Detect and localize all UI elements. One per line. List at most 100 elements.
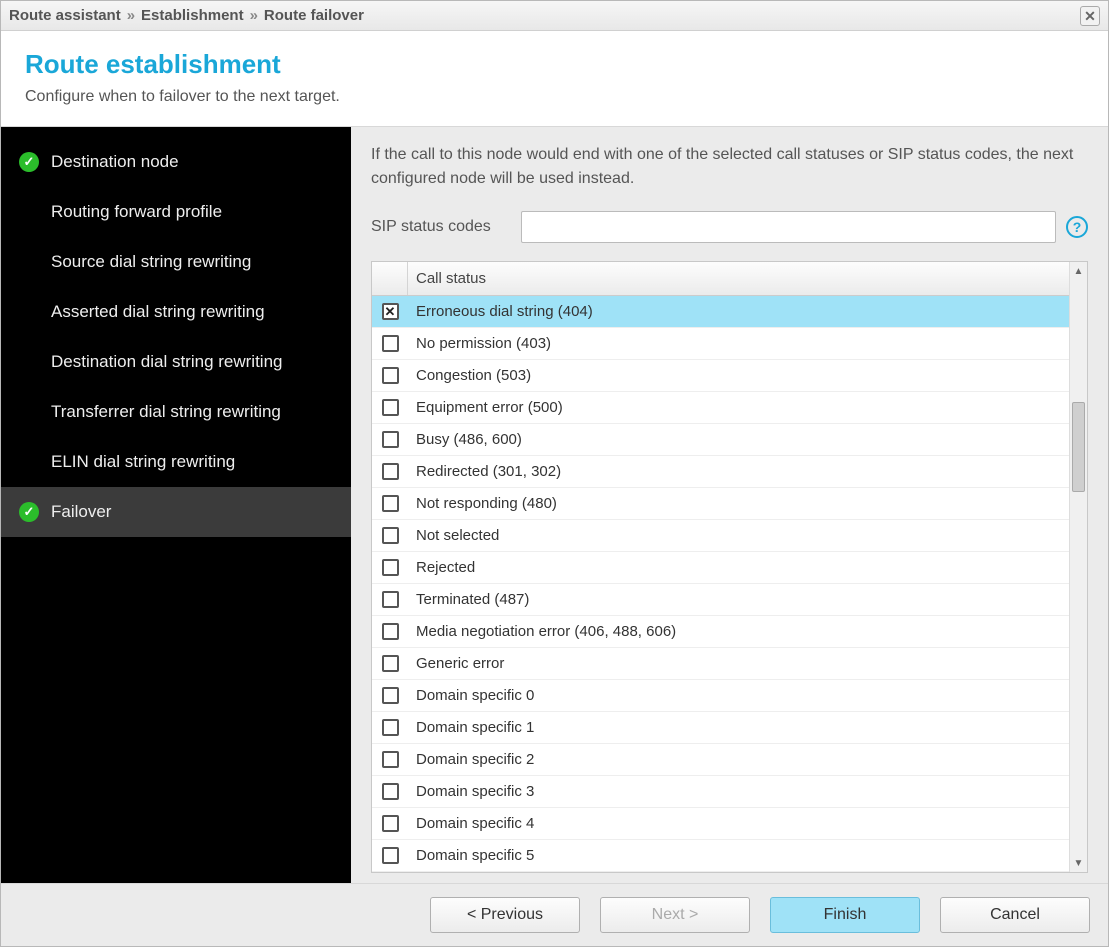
checkbox[interactable] [382,623,399,640]
sidebar-item[interactable]: ✓Asserted dial string rewriting [1,287,351,337]
table-row[interactable]: Generic error [372,648,1069,680]
checkbox[interactable] [382,335,399,352]
sidebar-item-label: Destination dial string rewriting [51,352,283,372]
sidebar-item[interactable]: ✓Transferrer dial string rewriting [1,387,351,437]
checkbox[interactable] [382,527,399,544]
table-row[interactable]: Not responding (480) [372,488,1069,520]
checkbox-cell [372,655,408,672]
checkbox[interactable] [382,687,399,704]
scroll-down-icon[interactable]: ▼ [1070,854,1087,872]
checkbox-cell [372,495,408,512]
body: ✓Destination node✓Routing forward profil… [1,127,1108,884]
table-row[interactable]: No permission (403) [372,328,1069,360]
call-status-label: Busy (486, 600) [408,431,522,448]
checkbox-cell [372,303,408,320]
call-status-label: Terminated (487) [408,591,529,608]
checkbox[interactable] [382,399,399,416]
table-row[interactable]: Domain specific 1 [372,712,1069,744]
table-row[interactable]: Domain specific 5 [372,840,1069,872]
checkbox[interactable] [382,655,399,672]
call-status-label: Domain specific 2 [408,751,534,768]
call-status-label: Equipment error (500) [408,399,563,416]
sidebar-item[interactable]: ✓Routing forward profile [1,187,351,237]
call-status-grid: Call status Erroneous dial string (404) N… [371,261,1088,873]
table-row[interactable]: Not selected [372,520,1069,552]
header: Route establishment Configure when to fa… [1,31,1108,127]
sidebar-item[interactable]: ✓ELIN dial string rewriting [1,437,351,487]
checkbox[interactable] [382,751,399,768]
next-button[interactable]: Next > [600,897,750,933]
call-status-label: Congestion (503) [408,367,531,384]
sidebar-item[interactable]: ✓Destination dial string rewriting [1,337,351,387]
close-icon: ✕ [1084,9,1096,23]
checkbox-cell [372,815,408,832]
checkbox-cell [372,527,408,544]
checkbox[interactable] [382,431,399,448]
checkbox-cell [372,623,408,640]
checkbox-cell [372,463,408,480]
grid: Call status Erroneous dial string (404) N… [372,262,1069,872]
previous-button[interactable]: < Previous [430,897,580,933]
close-button[interactable]: ✕ [1080,6,1100,26]
sidebar-item-label: Failover [51,502,111,522]
table-row[interactable]: Domain specific 4 [372,808,1069,840]
sip-codes-input[interactable] [521,211,1056,243]
sidebar-item-label: Routing forward profile [51,202,222,222]
call-status-label: Domain specific 1 [408,719,534,736]
scroll-thumb[interactable] [1072,402,1085,492]
checkbox-cell [372,367,408,384]
call-status-label: Domain specific 4 [408,815,534,832]
table-row[interactable]: Domain specific 3 [372,776,1069,808]
checkbox[interactable] [382,303,399,320]
checkbox[interactable] [382,495,399,512]
call-status-label: No permission (403) [408,335,551,352]
checkbox[interactable] [382,463,399,480]
table-row[interactable]: Terminated (487) [372,584,1069,616]
checkbox[interactable] [382,367,399,384]
cancel-button[interactable]: Cancel [940,897,1090,933]
help-icon[interactable]: ? [1066,216,1088,238]
checkbox-cell [372,719,408,736]
sidebar-item-label: Asserted dial string rewriting [51,302,265,322]
check-icon: ✓ [19,502,39,522]
table-row[interactable]: Busy (486, 600) [372,424,1069,456]
page-title: Route establishment [25,49,1084,80]
finish-button[interactable]: Finish [770,897,920,933]
table-row[interactable]: Domain specific 2 [372,744,1069,776]
breadcrumb-sep: » [250,7,258,24]
checkbox[interactable] [382,783,399,800]
footer: < Previous Next > Finish Cancel [1,884,1108,946]
checkbox[interactable] [382,847,399,864]
call-status-label: Domain specific 5 [408,847,534,864]
table-row[interactable]: Equipment error (500) [372,392,1069,424]
table-row[interactable]: Congestion (503) [372,360,1069,392]
call-status-label: Rejected [408,559,475,576]
wizard-sidebar: ✓Destination node✓Routing forward profil… [1,127,351,883]
table-row[interactable]: Redirected (301, 302) [372,456,1069,488]
checkbox-cell [372,559,408,576]
table-row[interactable]: Erroneous dial string (404) [372,296,1069,328]
grid-header: Call status [372,262,1069,296]
titlebar: Route assistant » Establishment » Route … [1,1,1108,31]
sidebar-item[interactable]: ✓Source dial string rewriting [1,237,351,287]
grid-header-checkbox-col [372,262,408,295]
checkbox-cell [372,687,408,704]
sidebar-item[interactable]: ✓Destination node [1,137,351,187]
checkbox[interactable] [382,559,399,576]
breadcrumb-2: Establishment [141,7,244,24]
table-row[interactable]: Domain specific 0 [372,680,1069,712]
checkbox-cell [372,783,408,800]
grid-scrollbar[interactable]: ▲ ▼ [1069,262,1087,872]
checkbox[interactable] [382,719,399,736]
checkbox-cell [372,847,408,864]
sidebar-item[interactable]: ✓ Failover [1,487,351,537]
table-row[interactable]: Rejected [372,552,1069,584]
sip-codes-label: SIP status codes [371,218,521,236]
call-status-label: Domain specific 0 [408,687,534,704]
scroll-up-icon[interactable]: ▲ [1070,262,1087,280]
intro-text: If the call to this node would end with … [371,143,1088,191]
wizard-dialog: Route assistant » Establishment » Route … [0,0,1109,947]
table-row[interactable]: Media negotiation error (406, 488, 606) [372,616,1069,648]
checkbox[interactable] [382,815,399,832]
checkbox[interactable] [382,591,399,608]
